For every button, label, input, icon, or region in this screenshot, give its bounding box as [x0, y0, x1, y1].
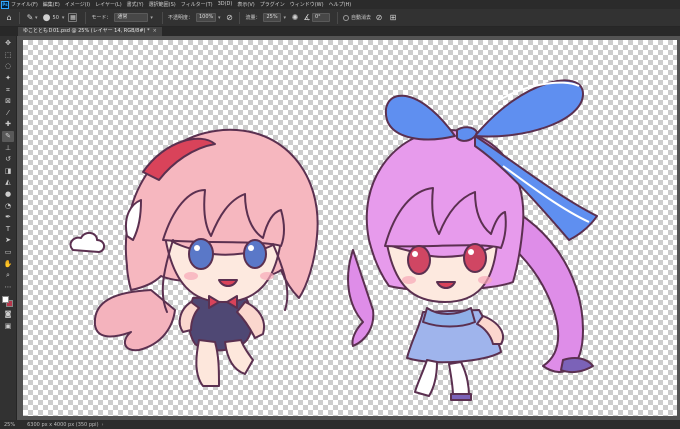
- blur-tool-icon[interactable]: ●: [2, 189, 14, 201]
- mode-select[interactable]: 通常: [114, 13, 149, 22]
- frame-tool-icon[interactable]: ⊠: [2, 96, 14, 108]
- menu-item[interactable]: ウィンドウ(W): [290, 1, 324, 8]
- document-tab[interactable]: ゆことともＤ01.psd @ 25% (レイヤー 14, RGB/8#) * ×: [18, 27, 162, 36]
- tool-list: ✥ ⬚ ◌ ✦ ⌗ ⊠ ⁄ ✚ ✎ ⊥ ↺ ◨ ◭ ● ◔ ✒ T ➤ ▭ ✋ ⌕ ⋯: [2, 38, 14, 293]
- pressure-opacity-icon[interactable]: ⊘: [224, 13, 234, 23]
- menu-item[interactable]: ファイル(F): [11, 1, 38, 8]
- flow-field[interactable]: 25%: [263, 13, 282, 22]
- menu-item[interactable]: 選択範囲(S): [149, 1, 176, 8]
- shape-tool-icon[interactable]: ▭: [2, 247, 14, 259]
- angle-field[interactable]: 0°: [312, 13, 330, 22]
- brush-tool-icon[interactable]: ✎: [2, 130, 14, 143]
- zoom-level[interactable]: 25%: [4, 422, 15, 428]
- divider: [337, 11, 338, 24]
- pressure-size-icon[interactable]: ⊘: [374, 13, 384, 23]
- mode-label: モード：: [91, 15, 112, 21]
- brush-tip-icon[interactable]: ●: [42, 13, 52, 23]
- paint-bucket-tool-icon[interactable]: ◭: [2, 177, 14, 189]
- auto-erase-checkbox[interactable]: [343, 14, 349, 21]
- eyedropper-tool-icon[interactable]: ⁄: [2, 108, 14, 120]
- chevron-down-icon[interactable]: ▾: [62, 15, 65, 21]
- menu-item[interactable]: 3D(D): [218, 1, 233, 8]
- auto-erase-label: 自動消去: [351, 15, 372, 21]
- brush-preset-icon[interactable]: ✎: [25, 13, 35, 23]
- airbrush-icon[interactable]: ✺: [290, 13, 300, 23]
- opacity-label: 不透明度：: [167, 15, 193, 21]
- divider: [85, 11, 87, 24]
- photoshop-logo-icon[interactable]: Ps: [1, 0, 9, 9]
- menu-item[interactable]: イメージ(I): [65, 1, 90, 8]
- document-info: 6300 px x 4000 px (350 ppi): [27, 421, 99, 428]
- hand-tool-icon[interactable]: ✋: [2, 258, 14, 270]
- angle-icon[interactable]: ∡: [302, 13, 312, 23]
- lasso-tool-icon[interactable]: ◌: [2, 61, 14, 73]
- type-tool-icon[interactable]: T: [2, 224, 14, 236]
- chevron-down-icon[interactable]: ▾: [35, 15, 38, 21]
- screen-mode-icon[interactable]: ▣: [2, 321, 14, 333]
- tools-panel: ✥ ⬚ ◌ ✦ ⌗ ⊠ ⁄ ✚ ✎ ⊥ ↺ ◨ ◭ ● ◔ ✒ T ➤ ▭ ✋ ⌕ ⋯ ◙ ▣: [0, 36, 17, 420]
- menu-bar: Ps ファイル(F) 編集(E) イメージ(I) レイヤー(L) 書式(Y) 選択範囲(S…: [0, 0, 680, 9]
- chevron-down-icon[interactable]: ▾: [283, 15, 286, 21]
- chevron-down-icon[interactable]: ▾: [150, 15, 153, 21]
- close-icon[interactable]: ×: [153, 28, 157, 34]
- brush-settings-panel-icon[interactable]: ▦: [68, 13, 78, 22]
- quick-mask-icon[interactable]: ◙: [2, 309, 14, 321]
- foreground-color-swatch[interactable]: [2, 296, 9, 304]
- status-bar: 25% 6300 px x 4000 px (350 ppi) ›: [0, 420, 680, 429]
- divider: [19, 11, 20, 24]
- healing-brush-tool-icon[interactable]: ✚: [2, 119, 14, 131]
- eraser-tool-icon[interactable]: ◨: [2, 166, 14, 178]
- document-tab-title: ゆことともＤ01.psd @ 25% (レイヤー 14, RGB/8#) *: [23, 28, 150, 34]
- menu-items: ファイル(F) 編集(E) イメージ(I) レイヤー(L) 書式(Y) 選択範囲(S) フィ…: [11, 1, 356, 8]
- color-swatches[interactable]: [1, 295, 15, 309]
- flow-label: 流量：: [245, 15, 261, 21]
- divider: [161, 11, 163, 24]
- menu-item[interactable]: 書式(Y): [127, 1, 144, 8]
- history-brush-tool-icon[interactable]: ↺: [2, 154, 14, 166]
- menu-item[interactable]: 編集(E): [43, 1, 60, 8]
- magic-wand-tool-icon[interactable]: ✦: [2, 73, 14, 85]
- more-tools-icon[interactable]: ⋯: [2, 281, 14, 293]
- menu-item[interactable]: フィルター(T): [181, 1, 213, 8]
- menu-item[interactable]: 表示(V): [237, 1, 254, 8]
- divider: [239, 11, 241, 24]
- canvas-workspace[interactable]: [17, 36, 680, 420]
- clone-stamp-tool-icon[interactable]: ⊥: [2, 142, 14, 154]
- document-canvas[interactable]: [23, 40, 677, 416]
- marquee-tool-icon[interactable]: ⬚: [2, 50, 14, 62]
- chevron-down-icon[interactable]: ▾: [218, 15, 221, 21]
- move-tool-icon[interactable]: ✥: [2, 38, 14, 50]
- pen-tool-icon[interactable]: ✒: [2, 212, 14, 224]
- home-icon[interactable]: ⌂: [4, 13, 14, 23]
- crop-tool-icon[interactable]: ⌗: [2, 84, 14, 96]
- document-tab-bar: ゆことともＤ01.psd @ 25% (レイヤー 14, RGB/8#) * ×: [0, 27, 680, 36]
- opacity-field[interactable]: 100%: [195, 13, 216, 22]
- path-selection-tool-icon[interactable]: ➤: [2, 235, 14, 247]
- chevron-right-icon[interactable]: ›: [102, 422, 104, 428]
- brush-size-value: 50: [52, 14, 59, 21]
- chibi-illustration: [69, 79, 598, 401]
- menu-item[interactable]: ヘルプ(H): [329, 1, 352, 8]
- symmetry-icon[interactable]: ⊞: [388, 13, 398, 23]
- dodge-tool-icon[interactable]: ◔: [2, 200, 14, 212]
- menu-item[interactable]: レイヤー(L): [95, 1, 122, 8]
- options-bar: ⌂ ✎ ▾ ● 50 ▾ ▦ モード： 通常 ▾ 不透明度： 100% ▾ ⊘ …: [0, 9, 680, 27]
- menu-item[interactable]: プラグイン: [260, 1, 285, 8]
- zoom-tool-icon[interactable]: ⌕: [2, 270, 14, 282]
